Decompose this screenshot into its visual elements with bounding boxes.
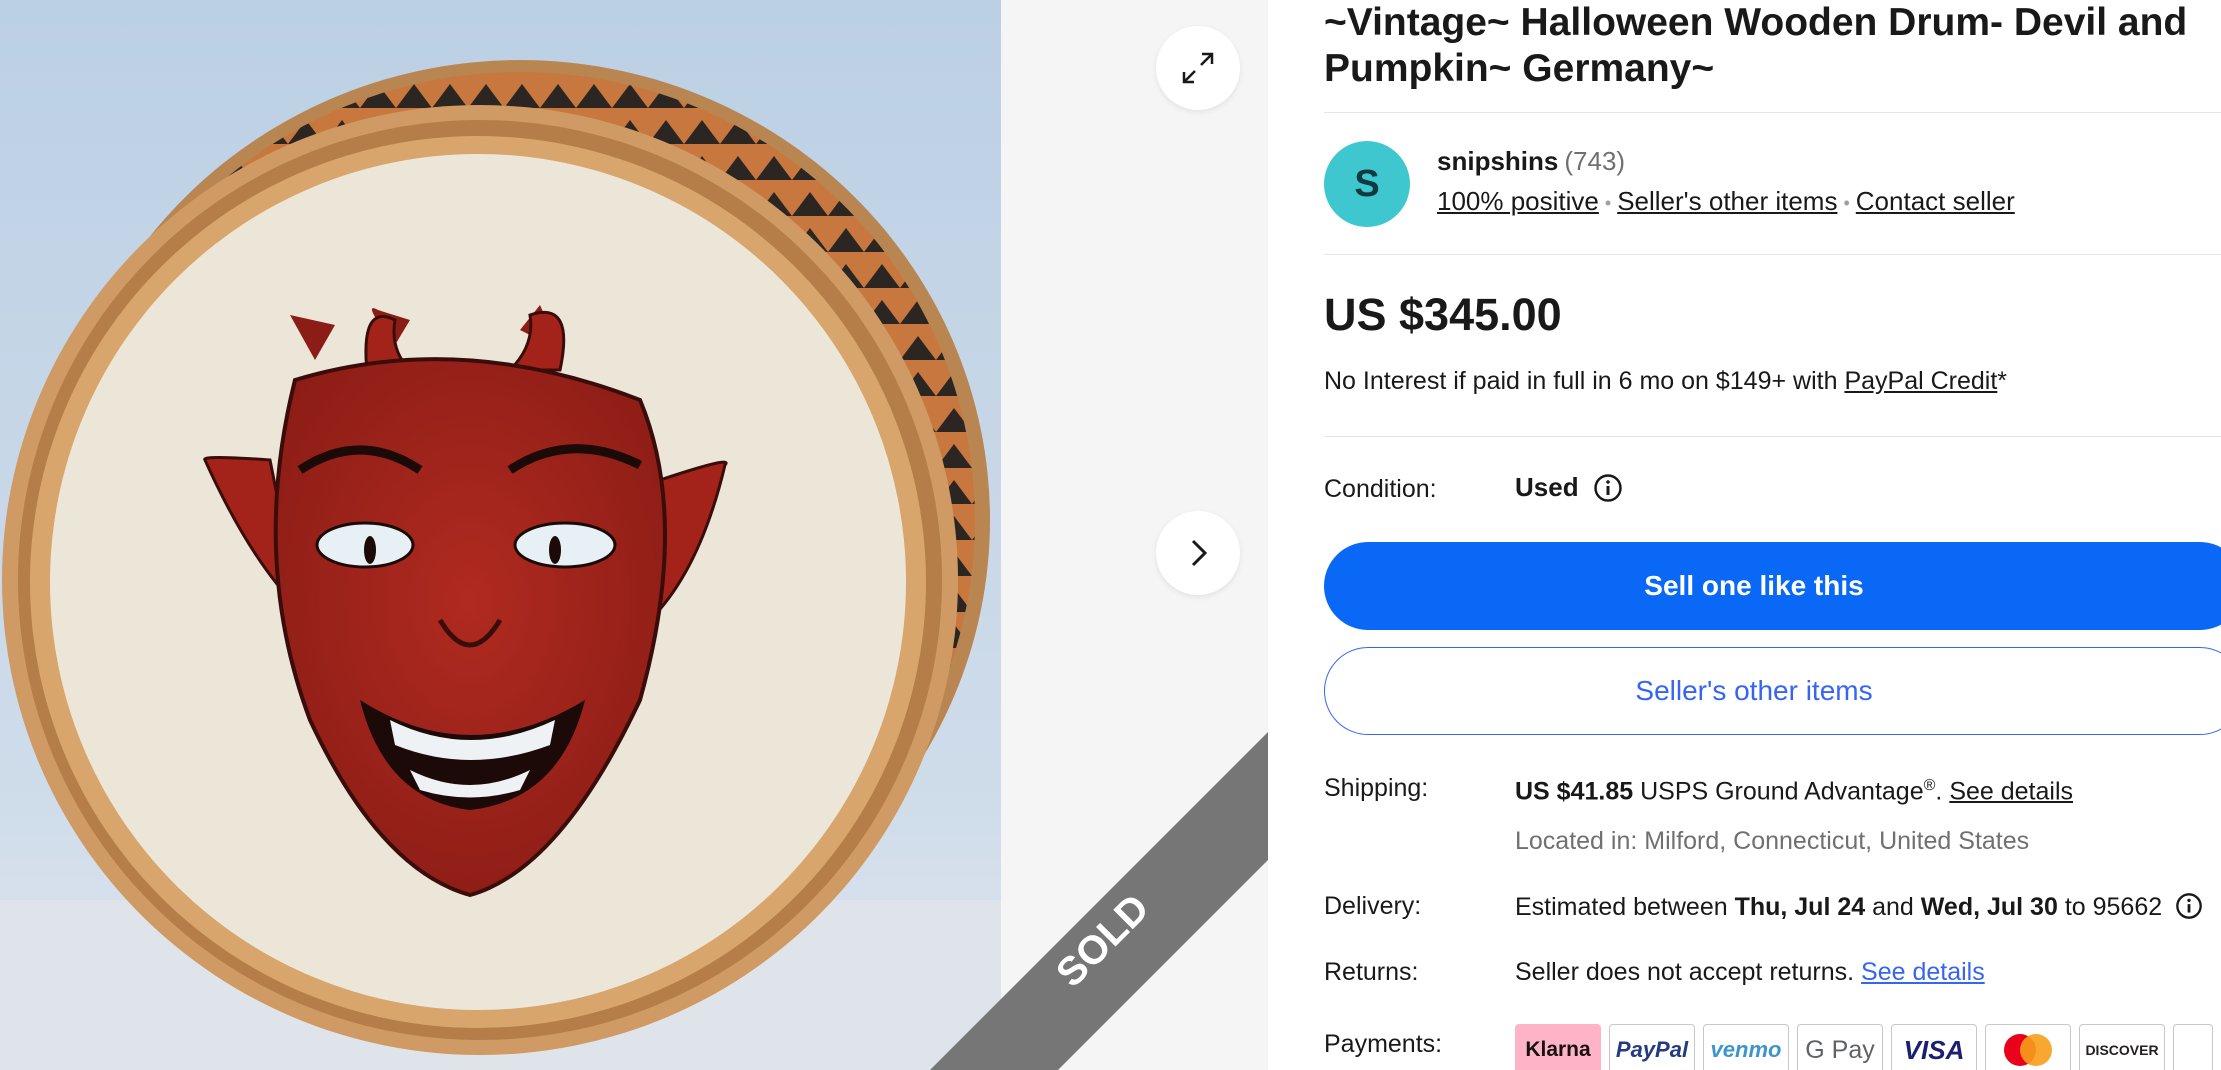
separator-dot: • xyxy=(1843,192,1850,213)
delivery-prefix: Estimated between xyxy=(1515,893,1735,921)
financing-text: No Interest if paid in full in 6 mo on $… xyxy=(1324,367,1845,395)
discover-logo: DISCOVER xyxy=(2079,1024,2165,1070)
image-gallery: SOLD xyxy=(0,0,1268,1070)
delivery-start-date: Thu, Jul 24 xyxy=(1734,893,1866,921)
condition-value: Used xyxy=(1515,472,1579,502)
listing-details-panel: ~Vintage~ Halloween Wooden Drum- Devil a… xyxy=(1268,0,2221,1070)
klarna-logo: Klarna xyxy=(1515,1024,1601,1070)
venmo-logo: venmo xyxy=(1703,1024,1789,1070)
seller-links: 100% positive • Seller's other items • Conta… xyxy=(1437,186,2015,217)
seller-name-row: snipshins (743) xyxy=(1437,146,1625,177)
listing-title-line-1: ~Vintage~ Halloween Wooden Drum- Devil a… xyxy=(1324,1,2188,44)
divider xyxy=(1324,112,2221,113)
delivery-end-date: Wed, Jul 30 xyxy=(1920,893,2058,921)
seller-avatar[interactable]: S xyxy=(1324,141,1410,227)
divider xyxy=(1324,254,2221,255)
divider xyxy=(1324,436,2221,437)
payments-label: Payments: xyxy=(1324,1030,1443,1058)
delivery-and: and xyxy=(1865,893,1921,921)
returns-text: Seller does not accept returns. xyxy=(1515,958,1862,986)
shipping-value: US $41.85 USPS Ground Advantage®. See de… xyxy=(1515,777,2073,806)
mastercard-circles-icon xyxy=(2004,1034,2052,1066)
seller-positive-link[interactable]: 100% positive xyxy=(1437,186,1599,216)
info-icon[interactable] xyxy=(1593,473,1623,503)
financing-note: No Interest if paid in full in 6 mo on $… xyxy=(1324,367,2007,396)
paypal-logo: PayPal xyxy=(1609,1024,1695,1070)
next-image-button[interactable] xyxy=(1156,511,1240,595)
delivery-value: Estimated between Thu, Jul 24 and Wed, J… xyxy=(1515,892,2203,922)
listing-photo[interactable] xyxy=(0,0,1001,1070)
delivery-zip: to 95662 xyxy=(2057,893,2163,921)
price: US $345.00 xyxy=(1324,289,1562,340)
sold-ribbon-label: SOLD xyxy=(1048,886,1158,996)
returns-value: Seller does not accept returns. See deta… xyxy=(1515,958,1985,987)
sell-one-like-this-button[interactable]: Sell one like this xyxy=(1324,542,2221,630)
shipping-service: USPS Ground Advantage xyxy=(1633,777,1924,806)
seller-feedback-count: (743) xyxy=(1564,146,1626,176)
seller-name[interactable]: snipshins xyxy=(1437,146,1558,176)
seller-card: S snipshins (743) 100% positive • Seller's … xyxy=(1324,140,2214,227)
returns-see-details-link[interactable]: See details xyxy=(1861,958,1985,986)
chevron-right-icon xyxy=(1191,539,1208,567)
expand-arrows-icon xyxy=(1182,52,1214,84)
payment-methods: Klarna PayPal venmo G Pay VISA DISCOVER xyxy=(1515,1024,2213,1070)
seller-other-items-link[interactable]: Seller's other items xyxy=(1617,186,1837,216)
shipping-cost: US $41.85 xyxy=(1515,777,1634,806)
financing-suffix: * xyxy=(1997,367,2008,395)
google-pay-logo: G Pay xyxy=(1797,1024,1883,1070)
shipping-label: Shipping: xyxy=(1324,774,1429,802)
shipping-period: . xyxy=(1935,777,1950,806)
paypal-credit-link[interactable]: PayPal Credit xyxy=(1844,367,1997,395)
sellers-other-items-button[interactable]: Seller's other items xyxy=(1324,647,2221,735)
listing-title-line-2: Pumpkin~ Germany~ xyxy=(1324,47,1715,90)
returns-label: Returns: xyxy=(1324,958,1419,986)
mastercard-logo xyxy=(1985,1024,2071,1070)
contact-seller-link[interactable]: Contact seller xyxy=(1856,186,2015,216)
listing-title: ~Vintage~ Halloween Wooden Drum- Devil a… xyxy=(1324,0,2221,92)
more-payments-logo xyxy=(2173,1024,2213,1070)
expand-image-button[interactable] xyxy=(1156,26,1240,110)
separator-dot: • xyxy=(1604,192,1612,213)
registered-mark: ® xyxy=(1923,777,1936,794)
condition-label: Condition: xyxy=(1324,475,1437,503)
shipping-see-details-link[interactable]: See details xyxy=(1949,777,2073,805)
info-icon[interactable] xyxy=(2175,892,2203,920)
condition-value-row: Used xyxy=(1515,472,1623,503)
item-location: Located in: Milford, Connecticut, United… xyxy=(1515,827,2030,855)
visa-logo: VISA xyxy=(1891,1024,1977,1070)
delivery-label: Delivery: xyxy=(1324,892,1422,920)
